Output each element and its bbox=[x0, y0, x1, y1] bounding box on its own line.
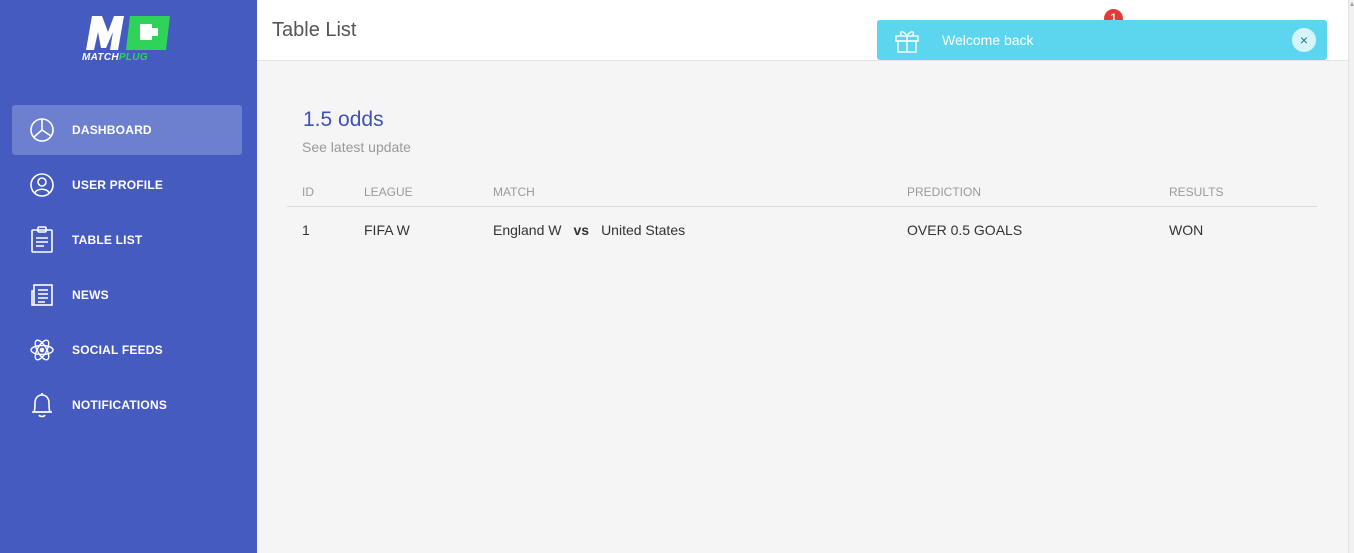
cell-match: England W vs United States bbox=[493, 222, 685, 238]
card-title: 1.5 odds bbox=[303, 108, 384, 131]
bell-icon bbox=[28, 391, 56, 419]
scrollbar[interactable] bbox=[1348, 0, 1354, 553]
table-row: 1 FIFA W England W vs United States OVER 0… bbox=[287, 207, 1317, 252]
cell-id: 1 bbox=[302, 222, 310, 238]
cell-result: WON bbox=[1169, 222, 1204, 238]
page-title: Table List bbox=[272, 19, 357, 41]
sidebar-item-news[interactable]: NEWS bbox=[12, 270, 242, 320]
welcome-toast: Welcome back × bbox=[877, 20, 1327, 60]
sidebar-item-social-feeds[interactable]: SOCIAL FEEDS bbox=[12, 325, 242, 375]
column-header-match: MATCH bbox=[493, 185, 535, 199]
pie-chart-icon bbox=[28, 116, 56, 144]
table-header: ID LEAGUE MATCH PREDICTION RESULTS bbox=[287, 184, 1317, 207]
atom-icon bbox=[28, 336, 56, 364]
cell-league: FIFA W bbox=[364, 222, 410, 238]
scroll-up-icon[interactable] bbox=[1350, 2, 1354, 6]
sidebar-item-label: NOTIFICATIONS bbox=[72, 398, 168, 412]
column-header-prediction: PREDICTION bbox=[907, 185, 982, 199]
gift-icon bbox=[893, 26, 921, 54]
sidebar-item-label: TABLE LIST bbox=[72, 233, 143, 247]
user-icon bbox=[28, 171, 56, 199]
card-subtitle: See latest update bbox=[302, 139, 411, 155]
cell-prediction: OVER 0.5 GOALS bbox=[907, 222, 1023, 238]
column-header-league: LEAGUE bbox=[364, 185, 413, 199]
away-team: United States bbox=[601, 222, 686, 238]
sidebar-item-notifications[interactable]: NOTIFICATIONS bbox=[12, 380, 242, 430]
home-team: England W bbox=[493, 222, 562, 238]
vs-label: vs bbox=[573, 222, 590, 238]
logo-mark-icon bbox=[86, 16, 170, 50]
toast-message: Welcome back bbox=[942, 32, 1034, 48]
sidebar-item-label: SOCIAL FEEDS bbox=[72, 343, 163, 357]
close-icon[interactable]: × bbox=[1292, 28, 1316, 52]
sidebar-item-label: NEWS bbox=[72, 288, 109, 302]
sidebar: MATCHPLUG DASHBOARD USER PROFILE TABLE L… bbox=[0, 0, 257, 553]
column-header-results: RESULTS bbox=[1169, 185, 1224, 199]
column-header-id: ID bbox=[302, 185, 314, 199]
sidebar-item-label: USER PROFILE bbox=[72, 178, 164, 192]
sidebar-item-dashboard[interactable]: DASHBOARD bbox=[12, 105, 242, 155]
odds-table: ID LEAGUE MATCH PREDICTION RESULTS 1 FIF… bbox=[287, 184, 1317, 252]
clipboard-icon bbox=[28, 226, 56, 254]
sidebar-item-label: DASHBOARD bbox=[72, 123, 152, 137]
matchplug-logo[interactable]: MATCHPLUG bbox=[82, 14, 174, 68]
newspaper-icon bbox=[28, 281, 56, 309]
sidebar-item-table-list[interactable]: TABLE LIST bbox=[12, 215, 242, 265]
logo-wordmark: MATCHPLUG bbox=[82, 52, 148, 63]
sidebar-nav: DASHBOARD USER PROFILE TABLE LIST NEWS S… bbox=[12, 105, 242, 435]
sidebar-item-user-profile[interactable]: USER PROFILE bbox=[12, 160, 242, 210]
